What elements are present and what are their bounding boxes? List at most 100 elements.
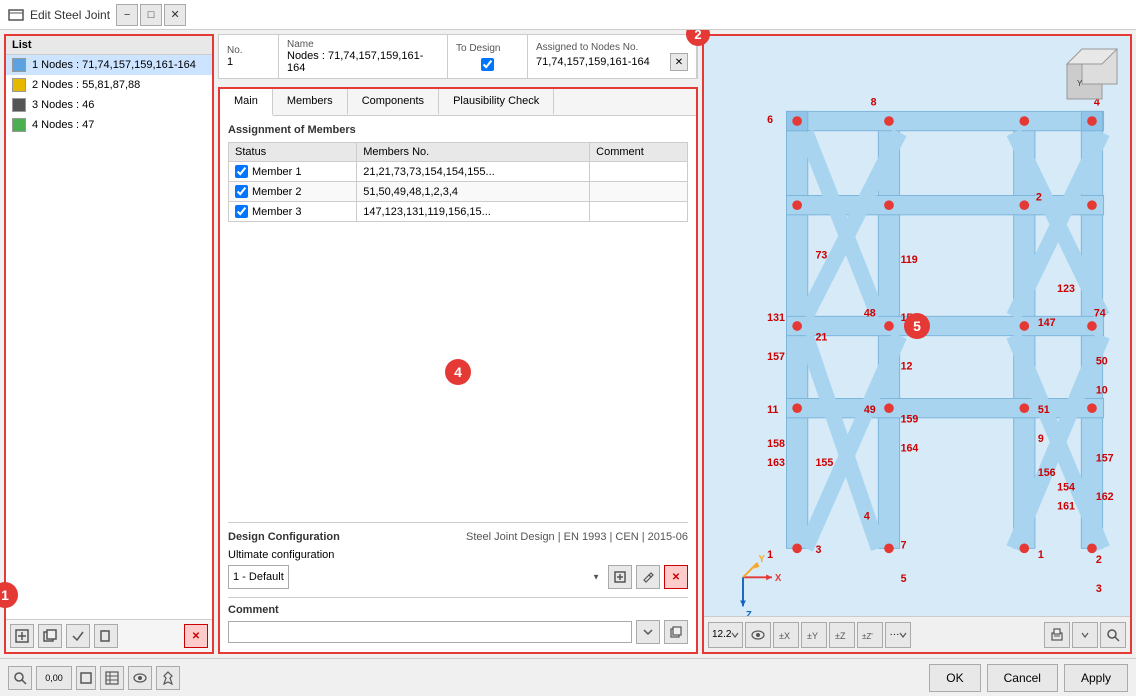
config-edit-btn[interactable] [636, 565, 660, 589]
member3-name: Member 3 [252, 206, 302, 218]
svg-text:5: 5 [901, 573, 907, 585]
comment-expand-btn[interactable] [636, 620, 660, 644]
cancel-button[interactable]: Cancel [987, 664, 1058, 692]
duplicate-button[interactable] [38, 624, 62, 648]
main-container: List 1 Nodes : 71,74,157,159,161-164 2 N… [0, 30, 1136, 696]
bt-square-btn[interactable] [76, 666, 96, 690]
list-item-color [12, 98, 26, 112]
design-config-section: Design Configuration Steel Joint Design … [228, 522, 688, 593]
vp-eye-btn[interactable] [745, 622, 771, 648]
tab-members[interactable]: Members [273, 89, 348, 115]
list-item-color [12, 78, 26, 92]
bt-pin-btn[interactable] [156, 666, 180, 690]
svg-text:12: 12 [901, 361, 913, 373]
svg-text:Y: Y [758, 554, 765, 565]
config-select[interactable]: 1 - Default [228, 565, 289, 589]
list-item[interactable]: 3 Nodes : 46 [6, 95, 212, 115]
list-item[interactable]: 1 Nodes : 71,74,157,159,161-164 [6, 55, 212, 75]
maximize-button[interactable]: □ [140, 4, 162, 26]
member1-status: Member 1 [229, 162, 357, 182]
no-header: No. [227, 45, 270, 56]
table-row: Member 2 51,50,49,48,1,2,3,4 [229, 182, 688, 202]
right-panel: 8 6 4 2 119 159 123 131 73 157 147 74 48… [702, 34, 1132, 654]
vp-more-btn[interactable]: ··· [885, 622, 911, 648]
vp-print-dropdown[interactable] [1072, 622, 1098, 648]
config-new-btn[interactable] [608, 565, 632, 589]
content-area: List 1 Nodes : 71,74,157,159,161-164 2 N… [0, 30, 1136, 658]
svg-text:154: 154 [1057, 481, 1075, 493]
todesign-header: To Design [456, 43, 519, 54]
svg-text:11: 11 [767, 404, 778, 416]
bt-table-btn[interactable] [100, 666, 124, 690]
comment-section: Comment [228, 597, 688, 644]
list-item[interactable]: 4 Nodes : 47 [6, 115, 212, 135]
tab-main[interactable]: Main [220, 89, 273, 116]
list-item[interactable]: 2 Nodes : 55,81,87,88 [6, 75, 212, 95]
svg-text:163: 163 [767, 457, 785, 469]
svg-text:8: 8 [871, 97, 877, 109]
comment-input[interactable] [228, 621, 632, 643]
vp-iz2-btn[interactable]: ±Z' [857, 622, 883, 648]
vp-iz-btn[interactable]: ±Z [829, 622, 855, 648]
svg-text:Y: Y [1077, 79, 1083, 88]
member1-name: Member 1 [252, 166, 302, 178]
bt-eye-btn[interactable] [128, 666, 152, 690]
svg-text:158: 158 [767, 438, 785, 450]
minimize-button[interactable]: − [116, 4, 138, 26]
svg-text:131: 131 [767, 312, 785, 324]
bottom-left-tools: 0,00 [8, 666, 929, 690]
comment-copy-btn[interactable] [664, 620, 688, 644]
vp-iy-btn[interactable]: ±Y [801, 622, 827, 648]
svg-text:73: 73 [816, 249, 828, 261]
apply-button[interactable]: Apply [1064, 664, 1128, 692]
app-icon [8, 7, 24, 23]
ok-button[interactable]: OK [929, 664, 980, 692]
vp-ix-btn[interactable]: ±X [773, 622, 799, 648]
svg-text:4: 4 [864, 510, 870, 522]
member2-checkbox[interactable] [235, 185, 248, 198]
delete-button[interactable]: ✕ [184, 624, 208, 648]
tab-components[interactable]: Components [348, 89, 439, 115]
list-panel-footer: ✕ [6, 619, 212, 652]
empty-area: 4 [228, 222, 688, 522]
svg-text:74: 74 [1094, 307, 1106, 319]
tabs: Main Members Components Plausibility Che… [220, 89, 696, 116]
design-config-label: Design Configuration [228, 531, 340, 543]
no-column: No. 1 [219, 35, 279, 78]
list-items: 1 Nodes : 71,74,157,159,161-164 2 Nodes … [6, 55, 212, 619]
svg-text:±Y: ±Y [807, 631, 818, 641]
member3-checkbox[interactable] [235, 205, 248, 218]
design-config-header: Design Configuration Steel Joint Design … [228, 531, 688, 543]
member1-checkbox[interactable] [235, 165, 248, 178]
viewport-3d: 8 6 4 2 119 159 123 131 73 157 147 74 48… [704, 36, 1130, 616]
new-button[interactable] [10, 624, 34, 648]
list-item-label: 2 Nodes : 55,81,87,88 [32, 79, 140, 91]
viz-container: 8 6 4 2 119 159 123 131 73 157 147 74 48… [704, 36, 1130, 616]
bt-search-btn[interactable] [8, 666, 32, 690]
bt-grid-btn[interactable]: 0,00 [36, 666, 72, 690]
vp-search-btn[interactable] [1100, 622, 1126, 648]
close-button[interactable]: ✕ [164, 4, 186, 26]
vp-print-btn[interactable] [1044, 622, 1070, 648]
check-button[interactable] [66, 624, 90, 648]
svg-text:1: 1 [767, 549, 773, 561]
assigned-header: Assigned to Nodes No. [536, 42, 688, 53]
svg-text:50: 50 [1096, 356, 1108, 368]
assigned-clear-button[interactable]: ✕ [670, 53, 688, 71]
badge-5: 5 [904, 313, 930, 339]
no-value: 1 [227, 56, 270, 68]
svg-text:123: 123 [1057, 283, 1075, 295]
svg-text:49: 49 [864, 404, 876, 416]
vp-scale-btn[interactable]: 12.2 [708, 622, 743, 648]
list-item-label: 1 Nodes : 71,74,157,159,161-164 [32, 59, 196, 71]
member2-name: Member 2 [252, 186, 302, 198]
name-column: Name Nodes : 71,74,157,159,161-164 [279, 35, 448, 78]
config-delete-btn[interactable]: ✕ [664, 565, 688, 589]
todesign-checkbox[interactable] [456, 58, 519, 71]
svg-text:6: 6 [767, 114, 773, 126]
tab-plausibility[interactable]: Plausibility Check [439, 89, 554, 115]
svg-text:48: 48 [864, 307, 876, 319]
copy-button[interactable] [94, 624, 118, 648]
svg-text:3: 3 [816, 544, 822, 556]
svg-text:162: 162 [1096, 491, 1114, 503]
